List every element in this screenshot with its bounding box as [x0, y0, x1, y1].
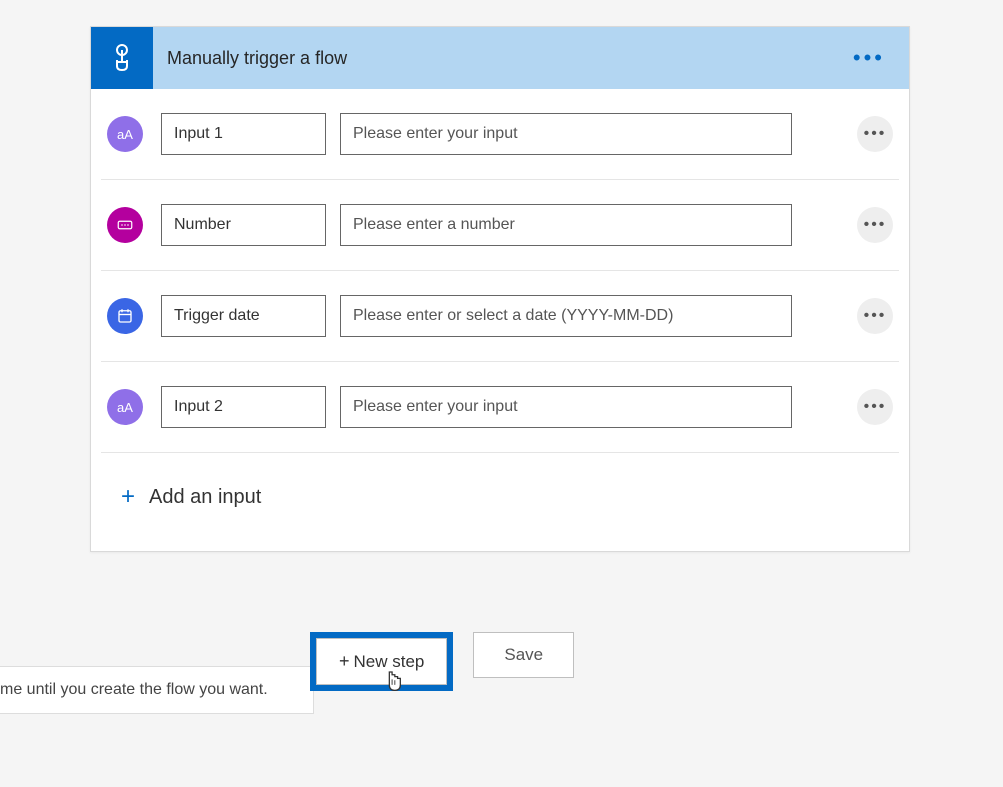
inputs-section: aA ••• ••• [91, 89, 909, 551]
text-type-icon: aA [107, 389, 143, 425]
input-description-field[interactable] [340, 295, 792, 337]
input-menu-button[interactable]: ••• [857, 298, 893, 334]
new-step-button[interactable]: + New step [316, 638, 447, 685]
input-name-field[interactable] [161, 204, 326, 246]
input-description-field[interactable] [340, 113, 792, 155]
add-input-button[interactable]: + Add an input [101, 453, 899, 551]
input-row: ••• [101, 180, 899, 271]
plus-icon: + [121, 483, 135, 511]
manual-trigger-icon [91, 27, 153, 89]
date-type-icon [107, 298, 143, 334]
input-menu-button[interactable]: ••• [857, 116, 893, 152]
input-description-field[interactable] [340, 204, 792, 246]
hint-tooltip: me until you create the flow you want. [0, 666, 314, 714]
card-title: Manually trigger a flow [153, 48, 845, 69]
input-name-field[interactable] [161, 113, 326, 155]
number-type-icon [107, 207, 143, 243]
add-input-label: Add an input [149, 486, 261, 509]
input-description-field[interactable] [340, 386, 792, 428]
input-name-field[interactable] [161, 295, 326, 337]
card-menu-button[interactable]: ••• [845, 45, 893, 71]
input-row: aA ••• [101, 362, 899, 453]
card-header[interactable]: Manually trigger a flow ••• [91, 27, 909, 89]
save-button[interactable]: Save [473, 632, 574, 678]
input-row: ••• [101, 271, 899, 362]
new-step-label: New step [354, 652, 425, 672]
new-step-highlight: + New step [310, 632, 453, 691]
plus-icon: + [339, 651, 350, 672]
input-name-field[interactable] [161, 386, 326, 428]
hint-text: me until you create the flow you want. [0, 681, 268, 698]
trigger-card: Manually trigger a flow ••• aA ••• ••• [90, 26, 910, 552]
input-menu-button[interactable]: ••• [857, 389, 893, 425]
input-menu-button[interactable]: ••• [857, 207, 893, 243]
input-row: aA ••• [101, 89, 899, 180]
flow-action-buttons: + New step Save [310, 632, 574, 691]
text-type-icon: aA [107, 116, 143, 152]
